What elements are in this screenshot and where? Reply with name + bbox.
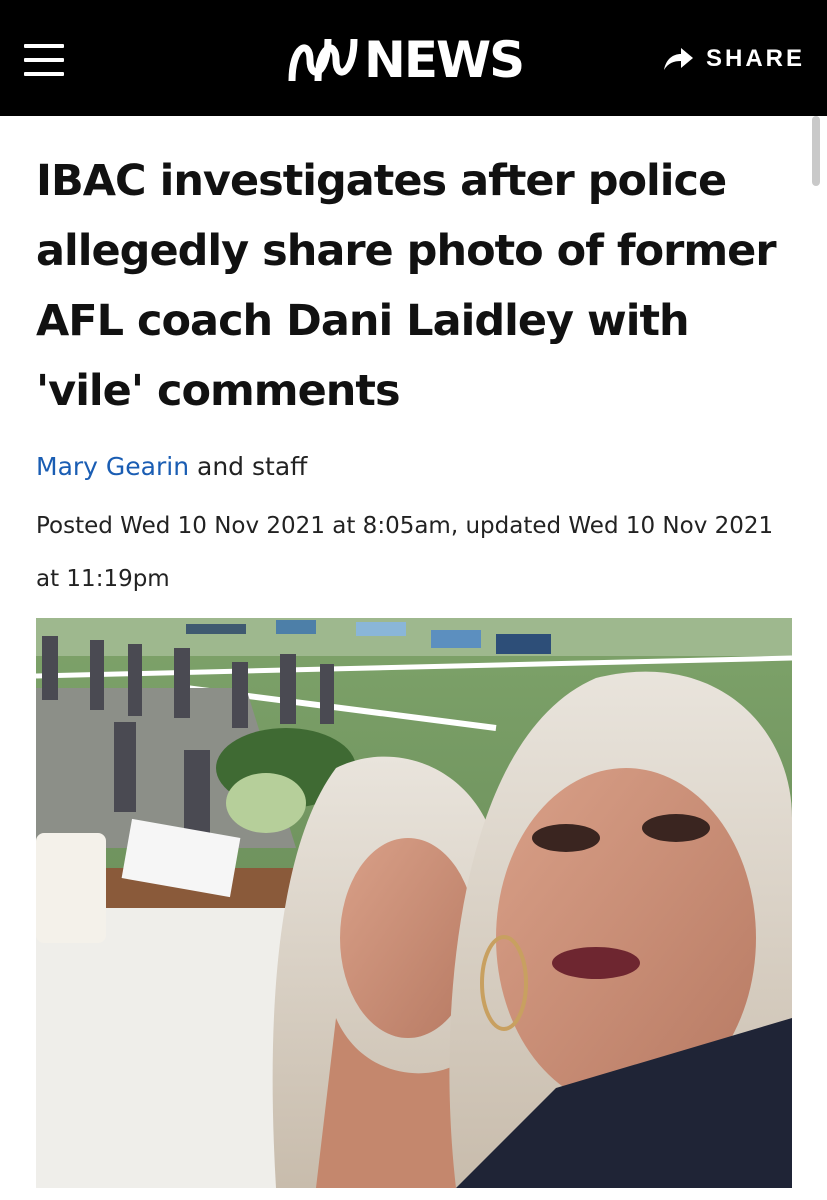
abc-logo-icon — [288, 38, 358, 82]
byline-suffix: and staff — [189, 452, 308, 481]
top-navigation-bar: NEWS SHARE — [0, 0, 827, 116]
brand-name: NEWS — [364, 31, 525, 89]
share-button[interactable]: SHARE — [662, 42, 805, 76]
hamburger-menu-icon[interactable] — [24, 44, 66, 76]
share-arrow-icon — [664, 48, 693, 70]
article-headline: IBAC investigates after police allegedly… — [36, 156, 777, 416]
author-link[interactable]: Mary Gearin — [36, 452, 189, 481]
byline: Mary Gearin and staff — [36, 452, 307, 481]
scrollbar-thumb[interactable] — [812, 116, 820, 186]
share-label: SHARE — [706, 45, 806, 72]
abc-news-logo[interactable]: NEWS — [288, 30, 525, 90]
photo-illustration — [36, 618, 792, 1188]
article-timestamp: Posted Wed 10 Nov 2021 at 8:05am, update… — [36, 513, 774, 592]
article-hero-image[interactable] — [36, 618, 792, 1188]
